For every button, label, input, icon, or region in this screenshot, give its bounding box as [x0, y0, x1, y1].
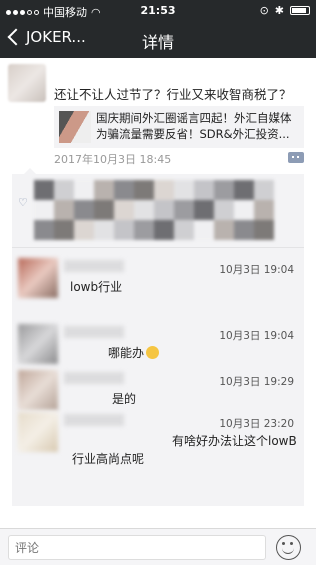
liker-avatar[interactable]: [134, 220, 154, 240]
comment-text: 有啥好办法让这个lowB行业高尚点呢: [72, 434, 297, 466]
comment-area: ♡ 10月3日 19:04 lowb行业 10月3日 19:04 哪能办 10月…: [12, 168, 304, 506]
comment-item[interactable]: 10月3日 19:04 lowb行业: [12, 254, 304, 302]
commenter-avatar[interactable]: [18, 258, 58, 298]
liker-avatar[interactable]: [134, 180, 154, 200]
liker-avatar[interactable]: [54, 220, 74, 240]
comment-text: lowb行业: [70, 280, 123, 294]
link-title: 国庆期间外汇圈谣言四起！外汇自媒体为骗流量需要反省！SDR&外汇投资...: [96, 111, 292, 141]
page-title: 详情: [141, 33, 174, 52]
emoji-icon[interactable]: [276, 535, 301, 560]
liker-avatar[interactable]: [234, 220, 254, 240]
liker-avatar[interactable]: [114, 200, 134, 220]
liker-avatar[interactable]: [94, 200, 114, 220]
commenter-avatar[interactable]: [18, 324, 58, 364]
status-bar: 中国移动 ◠ 21:53 ⊙ ✱: [0, 0, 316, 20]
liker-avatar[interactable]: [114, 180, 134, 200]
comment-time: 10月3日 19:04: [219, 330, 294, 342]
comment-item[interactable]: 10月3日 19:29 是的: [12, 366, 304, 414]
liker-avatar[interactable]: [114, 220, 134, 240]
liker-avatar[interactable]: [194, 220, 214, 240]
liker-avatar[interactable]: [214, 220, 234, 240]
liker-avatar[interactable]: [174, 220, 194, 240]
liker-avatar[interactable]: [154, 220, 174, 240]
comment-item[interactable]: 10月3日 23:20 有啥好办法让这个lowB行业高尚点呢: [12, 408, 304, 478]
moment-detail: 还让不让人过节了？行业又来收智商税了？ 国庆期间外汇圈谣言四起！外汇自媒体为骗流…: [0, 58, 316, 528]
liker-avatar[interactable]: [194, 180, 214, 200]
liker-avatar[interactable]: [254, 180, 274, 200]
nav-bar: JOKER... 详情: [0, 20, 316, 58]
liker-avatar[interactable]: [94, 220, 114, 240]
liker-avatar[interactable]: [214, 200, 234, 220]
liker-avatar[interactable]: [34, 220, 54, 240]
liker-avatar[interactable]: [174, 200, 194, 220]
commenter-name[interactable]: [64, 326, 124, 338]
comment-time: 10月3日 19:29: [219, 376, 294, 388]
comment-bar: [0, 528, 316, 565]
liker-avatar[interactable]: [254, 220, 274, 240]
battery-icon: [290, 6, 310, 15]
comment-text: 是的: [112, 392, 137, 406]
liker-avatar[interactable]: [214, 180, 234, 200]
post-timestamp: 2017年10月3日 18:45: [54, 153, 172, 166]
likes-row: ♡: [12, 174, 304, 248]
liker-avatar[interactable]: [234, 180, 254, 200]
liker-avatar[interactable]: [34, 180, 54, 200]
comment-input[interactable]: [8, 535, 266, 560]
liker-avatar[interactable]: [54, 200, 74, 220]
bluetooth-icon: ✱: [274, 4, 284, 17]
liker-avatar[interactable]: [34, 200, 54, 220]
liker-avatar[interactable]: [174, 180, 194, 200]
comment-menu-icon[interactable]: [288, 152, 304, 163]
post-text: 还让不让人过节了？行业又来收智商税了？: [54, 87, 292, 102]
liker-avatar[interactable]: [134, 200, 154, 220]
liker-avatar[interactable]: [194, 200, 214, 220]
heart-icon: ♡: [18, 196, 28, 209]
comment-item[interactable]: 10月3日 19:04 哪能办: [12, 320, 304, 368]
link-thumbnail: [59, 111, 91, 143]
rotation-lock-icon: ⊙: [259, 4, 269, 17]
avatar[interactable]: [8, 64, 46, 102]
comment-text: 哪能办: [108, 346, 145, 360]
commenter-name[interactable]: [64, 414, 124, 426]
liker-avatar[interactable]: [154, 200, 174, 220]
commenter-name[interactable]: [64, 260, 124, 272]
shared-link-card[interactable]: 国庆期间外汇圈谣言四起！外汇自媒体为骗流量需要反省！SDR&外汇投资...: [54, 106, 304, 148]
liker-avatar[interactable]: [74, 180, 94, 200]
comment-time: 10月3日 19:04: [219, 264, 294, 276]
liker-avatar[interactable]: [94, 180, 114, 200]
smile-emoji-icon: [146, 346, 160, 359]
commenter-avatar[interactable]: [18, 412, 58, 452]
status-icons: ⊙ ✱: [260, 4, 310, 17]
liker-avatar[interactable]: [74, 220, 94, 240]
commenter-name[interactable]: [64, 372, 124, 384]
liker-avatars: [34, 180, 274, 240]
liker-avatar[interactable]: [234, 200, 254, 220]
comment-time: 10月3日 23:20: [219, 418, 294, 430]
liker-avatar[interactable]: [254, 200, 274, 220]
liker-avatar[interactable]: [54, 180, 74, 200]
commenter-avatar[interactable]: [18, 370, 58, 410]
comment-text-wrap: 哪能办: [108, 344, 160, 361]
liker-avatar[interactable]: [74, 200, 94, 220]
liker-avatar[interactable]: [154, 180, 174, 200]
